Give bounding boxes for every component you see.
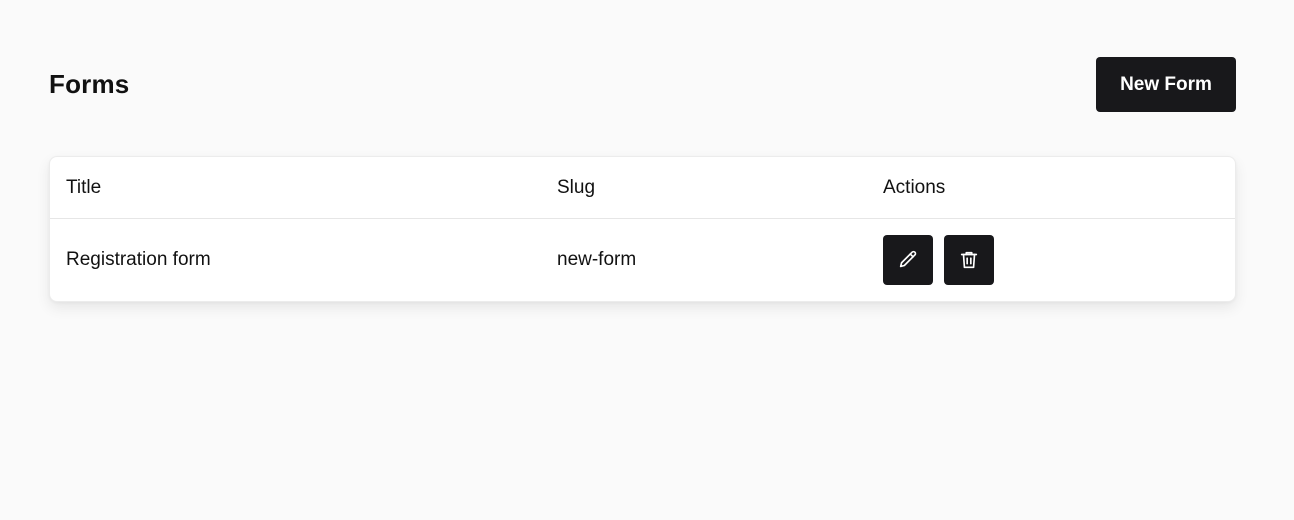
pencil-icon <box>899 250 917 268</box>
form-actions-cell <box>867 219 1235 302</box>
form-title-cell: Registration form <box>66 249 211 270</box>
delete-form-button[interactable] <box>944 235 994 285</box>
forms-page: Forms New Form Title Slug Actions Regist… <box>0 0 1294 520</box>
row-actions <box>883 235 1235 285</box>
page-title: Forms <box>49 69 130 99</box>
new-form-button[interactable]: New Form <box>1096 57 1236 112</box>
table-header: Title Slug Actions <box>50 157 1235 219</box>
column-header-slug: Slug <box>541 157 867 219</box>
column-header-actions: Actions <box>867 157 1235 219</box>
page-header: Forms New Form <box>49 57 1236 112</box>
table-row: Registration form new-form <box>50 219 1235 302</box>
edit-form-button[interactable] <box>883 235 933 285</box>
trash-icon <box>960 251 978 269</box>
table-header-row: Title Slug Actions <box>50 157 1235 219</box>
table-body: Registration form new-form <box>50 219 1235 302</box>
forms-table: Title Slug Actions Registration form new… <box>50 157 1235 301</box>
column-header-title: Title <box>50 157 541 219</box>
forms-table-card: Title Slug Actions Registration form new… <box>49 156 1236 302</box>
form-slug-cell: new-form <box>557 249 637 270</box>
